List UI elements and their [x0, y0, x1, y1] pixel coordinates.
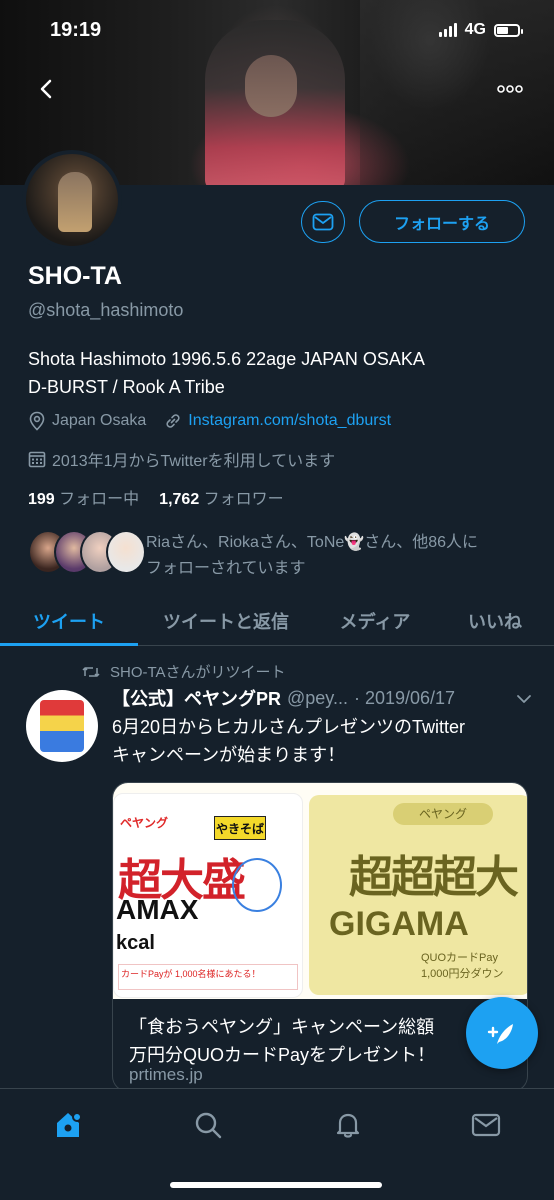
tweet-header: 【公式】ペヤングPR @pey... · 2019/06/17: [112, 685, 532, 711]
compose-tweet-button[interactable]: [466, 997, 538, 1069]
retweet-label: SHO-TAさんがリツイート: [110, 664, 286, 681]
image-text: AMAX: [116, 894, 199, 925]
link-card[interactable]: ペヤング やきそば 超大盛 AMAX kcal カードPayが 1,000名様に…: [112, 782, 528, 1092]
image-text: 1,000円分ダウン: [421, 968, 504, 980]
follow-button[interactable]: フォローする: [359, 200, 525, 243]
profile-link[interactable]: Instagram.com/shota_dburst: [188, 412, 391, 430]
image-text: ペヤング: [393, 803, 493, 825]
campaign-image-right: ペヤング 超超超大 GIGAMA QUOカードPay 1,000円分ダウン: [309, 795, 527, 995]
profile-tabs: ツイート ツイートと返信 メディア いいね: [0, 598, 554, 646]
signal-icon: [438, 23, 457, 37]
compose-feather-icon: [487, 1024, 513, 1044]
nav-home[interactable]: [48, 1105, 88, 1145]
known-followers-line: フォローされています: [146, 560, 306, 577]
retweet-icon: [82, 666, 100, 677]
tweet-account-name[interactable]: 【公式】ペヤングPR: [112, 685, 281, 711]
calendar-icon: [28, 450, 46, 468]
profile-handle: @shota_hashimoto: [28, 300, 184, 320]
link-card-image: ペヤング やきそば 超大盛 AMAX kcal カードPayが 1,000名様に…: [113, 783, 527, 999]
tab-likes[interactable]: いいね: [436, 598, 554, 644]
following-label: フォロー中: [59, 491, 140, 508]
tweet-account-handle: @pey...: [287, 687, 348, 708]
status-bar: 19:19 4G: [0, 0, 554, 60]
mail-icon: [312, 213, 334, 231]
known-followers-avatars[interactable]: [28, 530, 146, 574]
known-followers-line: Riaさん、Riokaさん、ToNe👻さん、他86人に: [146, 534, 478, 551]
more-options-button[interactable]: [490, 74, 530, 104]
tab-media[interactable]: メディア: [314, 598, 436, 644]
status-time: 19:19: [50, 18, 102, 41]
followers-label: フォロワー: [203, 491, 284, 508]
more-dots-icon: [497, 85, 523, 93]
bio-line: Shota Hashimoto 1996.5.6 22age JAPAN OSA…: [28, 349, 425, 369]
tab-tweets[interactable]: ツイート: [0, 598, 138, 646]
avatar-figure: [58, 172, 92, 232]
tweet-menu-button[interactable]: [516, 688, 532, 709]
home-icon: [57, 1112, 82, 1137]
search-icon: [195, 1112, 222, 1139]
home-indicator: [170, 1182, 382, 1188]
back-button[interactable]: [28, 70, 66, 108]
image-text: QUOカードPay: [421, 952, 499, 964]
followers-count-link[interactable]: 1,762 フォロワー: [159, 485, 284, 509]
image-text: GIGAMA: [329, 905, 469, 943]
profile-location: Japan Osaka: [52, 412, 147, 429]
tweet-body: 6月20日からヒカルさんプレゼンツのTwitter キャンペーンが始まります！: [112, 713, 532, 769]
following-count-link[interactable]: 199 フォロー中: [28, 485, 139, 509]
image-text: やきそば: [214, 816, 266, 840]
nav-notifications[interactable]: [328, 1105, 368, 1145]
banner-face: [245, 55, 297, 117]
followers-count: 1,762: [159, 491, 200, 508]
profile-joined-row: 2013年1月からTwitterを利用しています: [28, 447, 335, 471]
image-text: ペヤング: [120, 816, 169, 830]
bio-line: D-BURST / Rook A Tribe: [28, 377, 225, 397]
chevron-down-icon: [517, 694, 531, 703]
tab-tweets-and-replies[interactable]: ツイートと返信: [138, 598, 314, 644]
status-indicators: 4G: [438, 21, 523, 39]
retweet-indicator: SHO-TAさんがリツイート: [82, 661, 286, 682]
mail-icon: [471, 1113, 501, 1137]
image-text: kcal: [116, 932, 155, 954]
link-icon: [164, 412, 182, 430]
link-card-domain: prtimes.jp: [129, 1065, 203, 1084]
location-pin-icon: [28, 411, 46, 431]
tweet-body-line: 6月20日からヒカルさんプレゼンツのTwitter: [112, 717, 466, 737]
bear-mascot-icon: [232, 858, 282, 912]
follow-counts: 199 フォロー中 1,762 フォロワー: [28, 485, 284, 509]
message-button[interactable]: [301, 201, 345, 243]
profile-name: SHO-TA: [28, 262, 122, 290]
image-text: カードPayが 1,000名様にあたる！: [118, 964, 298, 990]
profile-avatar[interactable]: [22, 150, 122, 250]
campaign-image-left: ペヤング やきそば 超大盛 AMAX kcal カードPayが 1,000名様に…: [113, 793, 303, 998]
profile-bio: Shota Hashimoto 1996.5.6 22age JAPAN OSA…: [28, 345, 538, 401]
tweet-body-line: キャンペーンが始まります！: [112, 745, 346, 765]
bell-icon: [336, 1113, 360, 1138]
tweet-date: · 2019/06/17: [353, 687, 456, 708]
nav-messages[interactable]: [466, 1105, 506, 1145]
following-count: 199: [28, 491, 55, 508]
known-followers-text[interactable]: Riaさん、Riokaさん、ToNe👻さん、他86人に フォローされています: [146, 530, 536, 582]
profile-meta-row: Japan Osaka Instagram.com/shota_dburst: [28, 411, 391, 431]
peyang-package-image: [40, 700, 84, 752]
chevron-left-icon: [40, 79, 52, 99]
profile-joined: 2013年1月からTwitterを利用しています: [52, 453, 336, 470]
network-label: 4G: [464, 21, 486, 38]
nav-search[interactable]: [188, 1105, 228, 1145]
image-text: 超超超大: [349, 853, 519, 902]
battery-icon: [494, 23, 523, 37]
avatar: [106, 530, 146, 574]
tweet-avatar[interactable]: [26, 690, 98, 762]
